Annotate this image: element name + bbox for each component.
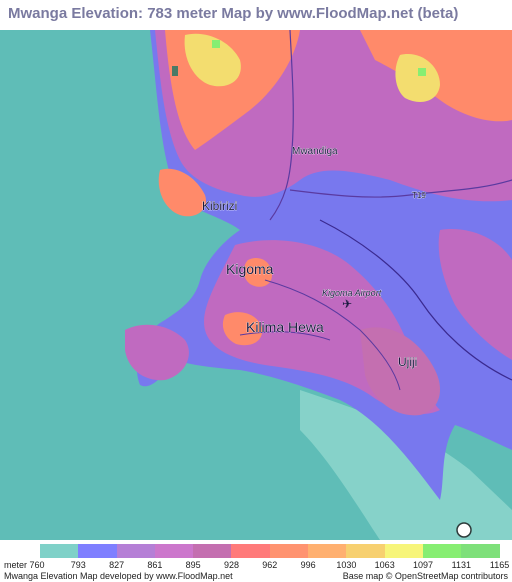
dark-patch — [172, 66, 178, 76]
legend-swatch — [461, 544, 500, 558]
legend-value: 1131 — [451, 560, 471, 570]
label-ujiji: Ujiji — [398, 355, 417, 369]
label-kilima-hewa: Kilima Hewa — [246, 319, 324, 335]
legend-value: 1063 — [374, 560, 395, 570]
label-kigoma: Kigoma — [226, 261, 274, 277]
page-title: Mwanga Elevation: 783 meter Map by www.F… — [8, 5, 459, 22]
label-mwandiga: Mwandiga — [292, 146, 338, 157]
legend-value: 928 — [223, 560, 240, 570]
legend-swatch — [346, 544, 385, 558]
elevation-map[interactable]: ✈ Mwandiga Kibirizi Kigoma Kigoma Airpor… — [0, 30, 512, 540]
peak-green-1 — [212, 40, 220, 48]
legend-value: 962 — [262, 560, 278, 570]
legend-swatch — [78, 544, 117, 558]
legend-value: 793 — [70, 560, 86, 570]
footer-attribution: Base map © OpenStreetMap contributors — [342, 571, 508, 581]
title-bar: Mwanga Elevation: 783 meter Map by www.F… — [0, 0, 512, 30]
legend-swatches — [40, 544, 500, 558]
legend-swatch — [308, 544, 347, 558]
legend-value: 1097 — [412, 560, 434, 570]
label-kigoma-airport: Kigoma Airport — [322, 288, 382, 298]
legend-value: 827 — [109, 560, 125, 570]
legend-value: 996 — [300, 560, 316, 570]
legend-value: 895 — [185, 560, 201, 570]
legend-value: 1030 — [336, 560, 357, 570]
legend-swatch — [154, 544, 194, 558]
openstreetmap-logo — [456, 522, 472, 538]
legend-swatch — [269, 544, 309, 558]
legend-swatch — [40, 544, 79, 558]
label-kibirizi: Kibirizi — [202, 199, 237, 213]
legend-swatch — [422, 544, 462, 558]
label-road-t19: T19 — [412, 191, 426, 200]
legend-swatch — [231, 544, 270, 558]
legend-swatch — [384, 544, 423, 558]
footer-credit: Mwanga Elevation Map developed by www.Fl… — [4, 571, 233, 581]
legend-swatch — [193, 544, 232, 558]
legend-swatch — [116, 544, 155, 558]
airport-icon: ✈ — [342, 297, 352, 311]
legend-value: 861 — [147, 560, 163, 570]
legend-value: 1165 — [489, 560, 510, 570]
peak-green-2 — [418, 68, 426, 76]
map-canvas[interactable]: ✈ Mwandiga Kibirizi Kigoma Kigoma Airpor… — [0, 30, 512, 540]
